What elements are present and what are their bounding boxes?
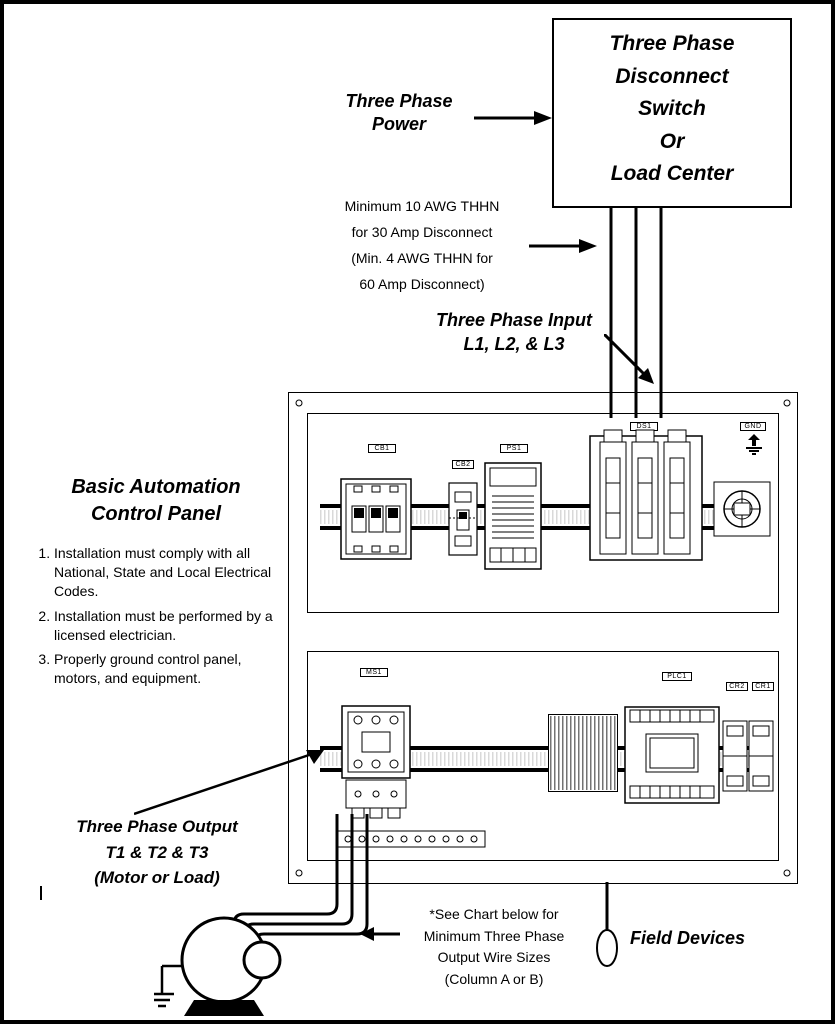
wire-note-3: (Min. 4 AWG THHN for — [317, 246, 527, 272]
disconnect-line3: Switch — [562, 93, 782, 126]
disconnect-line5: Load Center — [562, 158, 782, 191]
mount-hole-icon — [291, 395, 307, 411]
three-phase-power-text: Three Phase Power — [345, 91, 452, 134]
breaker-cb2-icon — [448, 482, 478, 556]
ground-symbol-icon — [744, 432, 764, 456]
panel-title: Basic Automation Control Panel — [46, 474, 266, 528]
own2: Minimum Three Phase — [394, 926, 594, 948]
arrow-output-label — [134, 750, 334, 816]
three-phase-power-label: Three Phase Power — [324, 90, 474, 137]
note-3: Properly ground control panel, motors, a… — [54, 650, 286, 688]
own1: *See Chart below for — [394, 904, 594, 926]
out-l2: T1 & T2 & T3 — [52, 840, 262, 866]
three-phase-output-label: Three Phase Output T1 & T2 & T3 (Motor o… — [52, 814, 262, 891]
mount-hole-icon — [779, 395, 795, 411]
gnd-tag: GND — [740, 422, 766, 431]
disconnect-line1: Three Phase — [562, 28, 782, 61]
note-2: Installation must be performed by a lice… — [54, 607, 286, 645]
input-l2: L1, L2, & L3 — [414, 332, 614, 356]
wiring-diagram: Three Phase Disconnect Switch Or Load Ce… — [0, 0, 835, 1024]
field-device-cable-icon — [592, 882, 622, 972]
wire-note-1: Minimum 10 AWG THHN — [317, 194, 527, 220]
disconnect-line2: Disconnect — [562, 61, 782, 94]
arrow-output-note — [360, 924, 400, 944]
ms1-tag: MS1 — [360, 668, 388, 677]
ground-lug-icon — [712, 476, 772, 542]
control-panel-enclosure: CB1 CB2 — [288, 392, 798, 884]
disconnect-switch-box: Three Phase Disconnect Switch Or Load Ce… — [552, 18, 792, 208]
own3: Output Wire Sizes — [394, 947, 594, 969]
panel-title-1: Basic Automation — [46, 474, 266, 501]
plc1-tag: PLC1 — [662, 672, 692, 681]
installation-notes: Installation must comply with all Nation… — [36, 544, 286, 694]
upper-subpanel: CB1 CB2 — [307, 413, 779, 613]
out-l1: Three Phase Output — [52, 814, 262, 840]
panel-title-2: Control Panel — [46, 501, 266, 528]
disconnect-ds1-icon — [586, 428, 706, 568]
relay-cr2-icon — [722, 720, 748, 792]
plc1-icon — [624, 706, 720, 804]
wire-spec-note: Minimum 10 AWG THHN for 30 Amp Disconnec… — [317, 194, 527, 298]
arrow-power-to-box — [474, 108, 554, 128]
cb2-tag: CB2 — [452, 460, 474, 469]
cb1-tag: CB1 — [368, 444, 396, 453]
motor-starter-ms1-icon — [336, 704, 416, 824]
ps1-tag: PS1 — [500, 444, 528, 453]
arrow-wirespec — [529, 236, 599, 256]
out-l3: (Motor or Load) — [52, 865, 262, 891]
wire-note-2: for 30 Amp Disconnect — [317, 220, 527, 246]
field-devices-label: Field Devices — [630, 928, 745, 949]
arrow-input — [604, 334, 664, 394]
breaker-cb1-icon — [340, 478, 412, 560]
disconnect-line4: Or — [562, 126, 782, 159]
mount-hole-icon — [779, 865, 795, 881]
note-1: Installation must comply with all Nation… — [54, 544, 286, 601]
cr1-tag: CR1 — [752, 682, 774, 691]
terminal-block-cluster — [548, 714, 618, 792]
wire-note-4: 60 Amp Disconnect) — [317, 272, 527, 298]
own4: (Column A or B) — [394, 969, 594, 991]
input-l1: Three Phase Input — [414, 308, 614, 332]
tick-mark — [40, 886, 42, 900]
output-wire-note: *See Chart below for Minimum Three Phase… — [394, 904, 594, 991]
power-supply-ps1-icon — [484, 462, 542, 570]
motor-icon — [154, 914, 294, 1024]
relay-cr1-icon — [748, 720, 774, 792]
three-phase-input-label: Three Phase Input L1, L2, & L3 — [414, 308, 614, 357]
cr2-tag: CR2 — [726, 682, 748, 691]
